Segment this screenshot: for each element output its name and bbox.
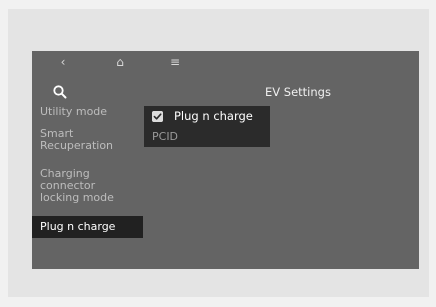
plug-n-charge-panel: Plug n charge PCID — [144, 106, 270, 147]
page-title: EV Settings — [265, 85, 331, 99]
menu-icon[interactable]: ≡ — [167, 55, 183, 69]
ev-settings-screen: ‹ ⌂ ≡ EV Settings Utility mode Smart Rec… — [32, 51, 419, 269]
top-nav-bar: ‹ ⌂ ≡ — [32, 51, 419, 75]
home-icon[interactable]: ⌂ — [112, 55, 128, 69]
back-icon[interactable]: ‹ — [55, 55, 71, 69]
checkbox-label: Plug n charge — [174, 109, 253, 123]
pcid-item[interactable]: PCID — [152, 130, 178, 143]
checkbox-checked-icon[interactable] — [152, 111, 163, 122]
search-icon[interactable] — [52, 84, 68, 100]
sidebar-item-plug-n-charge[interactable]: Plug n charge — [32, 216, 143, 238]
sidebar-item-smart-recuperation[interactable]: Smart Recuperation — [32, 128, 132, 152]
sidebar-item-utility-mode[interactable]: Utility mode — [32, 106, 143, 118]
sidebar-item-charging-connector-locking-mode[interactable]: Charging connector locking mode — [32, 168, 132, 204]
